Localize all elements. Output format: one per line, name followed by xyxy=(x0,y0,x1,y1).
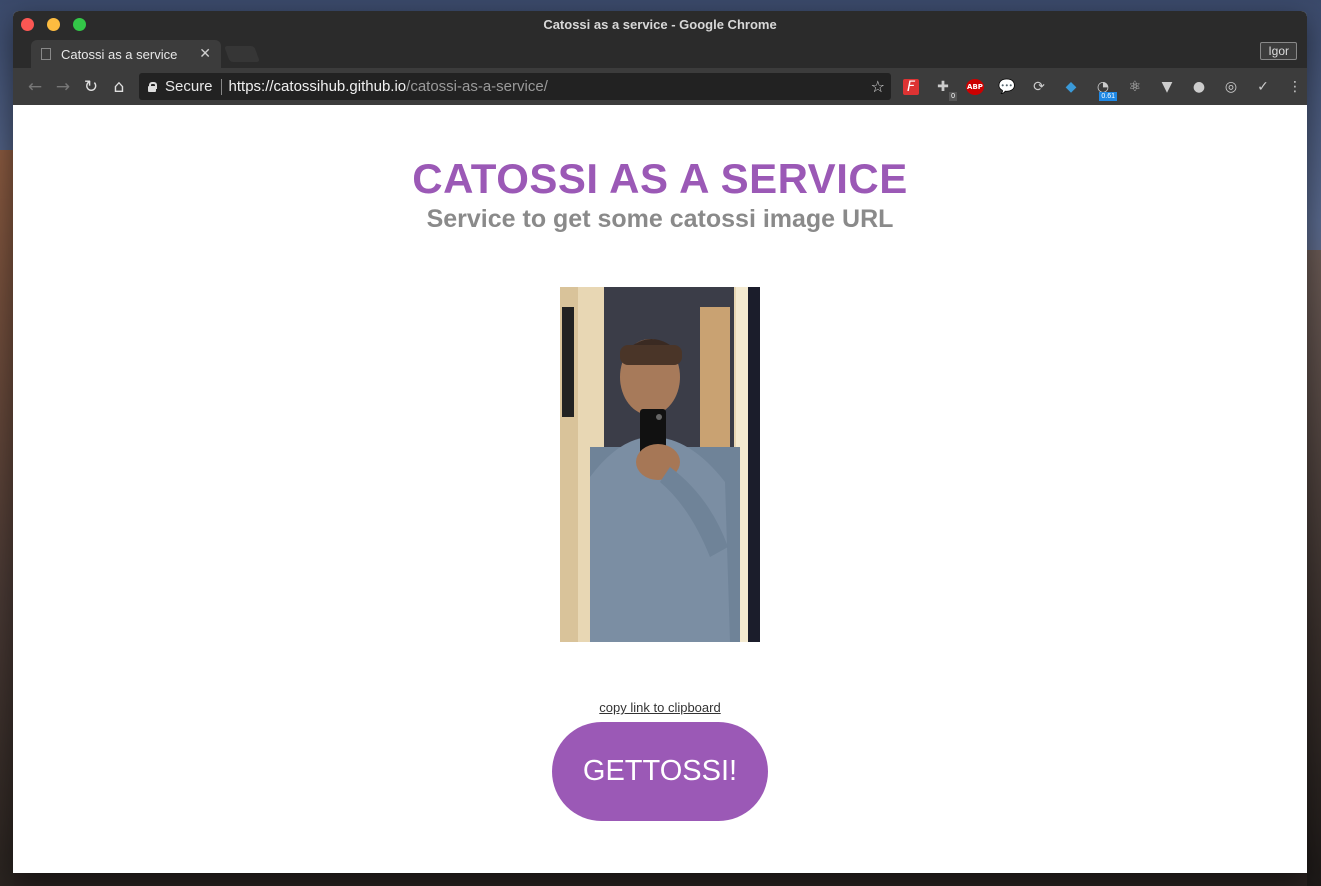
react-devtools-icon[interactable]: ⚛ xyxy=(1123,75,1147,99)
gettossi-button[interactable]: GETTOSSI! xyxy=(552,722,768,821)
reload-icon[interactable]: ↻ xyxy=(77,73,105,101)
speed-gauge-icon[interactable]: ◔ 0.61 xyxy=(1091,75,1117,101)
tab-catossi[interactable]: Catossi as a service ✕ xyxy=(31,40,221,68)
close-window-button[interactable] xyxy=(21,18,34,31)
vue-devtools-icon[interactable]: ▼ xyxy=(1155,75,1179,99)
chrome-menu-icon[interactable]: ⋮ xyxy=(1283,75,1307,99)
profile-button[interactable]: Igor xyxy=(1260,42,1297,60)
extension-puzzle-icon-glyph: ✚ xyxy=(937,78,949,95)
feedly-icon[interactable]: F xyxy=(899,75,923,99)
vue-devtools-icon-glyph: ▼ xyxy=(1161,78,1173,95)
sync-icon[interactable]: ⟳ xyxy=(1027,75,1051,99)
sync-icon-glyph: ⟳ xyxy=(1033,78,1045,95)
browser-toolbar: ← → ↻ ⌂ Secure https://catossihub.github… xyxy=(13,68,1307,105)
feedly-icon-glyph: F xyxy=(902,78,920,95)
page-content: CATOSSI AS A SERVICE Service to get some… xyxy=(13,105,1307,873)
url-host[interactable]: https://catossihub.github.io xyxy=(229,78,407,95)
speech-bubble-icon[interactable]: 💬 xyxy=(995,75,1019,99)
extension-puzzle-icon[interactable]: ✚ 0 xyxy=(931,75,957,101)
catossi-image xyxy=(560,287,760,642)
checkmark-icon[interactable]: ✓ xyxy=(1251,75,1275,99)
bookmark-star-icon[interactable]: ☆ xyxy=(871,77,885,96)
browser-window: Catossi as a service - Google Chrome Cat… xyxy=(13,11,1307,873)
extensions-area: F ✚ 0 ABP 💬 ⟳ ◆ ◔ 0.61 ⚛ ▼ ● ◎ ✓ ⋮ xyxy=(899,75,1307,101)
gem-icon-glyph: ◆ xyxy=(1065,78,1077,95)
circle-extension-icon[interactable]: ● xyxy=(1187,75,1211,99)
home-icon[interactable]: ⌂ xyxy=(105,73,133,101)
window-title: Catossi as a service - Google Chrome xyxy=(543,17,777,32)
page-document-icon xyxy=(41,48,51,60)
maximize-window-button[interactable] xyxy=(73,18,86,31)
desktop-wallpaper-right xyxy=(1307,250,1321,886)
new-tab-button[interactable] xyxy=(224,46,260,62)
react-devtools-icon-glyph: ⚛ xyxy=(1128,78,1142,95)
copy-link-to-clipboard[interactable]: copy link to clipboard xyxy=(13,700,1307,715)
desktop-wallpaper-left xyxy=(0,150,14,886)
forward-icon[interactable]: → xyxy=(49,73,77,101)
adblock-plus-icon-glyph: ABP xyxy=(966,78,984,95)
tab-title: Catossi as a service xyxy=(61,46,178,62)
speech-bubble-icon-glyph: 💬 xyxy=(998,78,1016,95)
chrome-menu-icon-glyph: ⋮ xyxy=(1288,78,1302,95)
url-path[interactable]: /catossi-as-a-service/ xyxy=(406,78,548,95)
page-subtitle: Service to get some catossi image URL xyxy=(426,205,894,233)
address-bar[interactable]: Secure https://catossihub.github.io/cato… xyxy=(139,73,891,100)
extension-badge: 0.61 xyxy=(1099,91,1117,101)
secure-label[interactable]: Secure xyxy=(165,78,222,95)
circle-extension-icon-glyph: ● xyxy=(1192,78,1206,95)
window-controls xyxy=(21,18,86,31)
extension-badge: 0 xyxy=(949,91,957,101)
target-icon-glyph: ◎ xyxy=(1224,78,1238,95)
adblock-plus-icon[interactable]: ABP xyxy=(963,75,987,99)
title-bar: Catossi as a service - Google Chrome xyxy=(13,11,1307,38)
tab-strip: Catossi as a service ✕ Igor xyxy=(13,38,1307,68)
checkmark-icon-glyph: ✓ xyxy=(1257,78,1269,95)
back-icon[interactable]: ← xyxy=(21,73,49,101)
gem-icon[interactable]: ◆ xyxy=(1059,75,1083,99)
target-icon[interactable]: ◎ xyxy=(1219,75,1243,99)
lock-icon xyxy=(147,81,157,92)
selfie-photo-illustration xyxy=(560,287,760,642)
minimize-window-button[interactable] xyxy=(47,18,60,31)
page-title: CATOSSI AS A SERVICE xyxy=(412,155,908,202)
tab-close-icon[interactable]: ✕ xyxy=(199,46,211,62)
